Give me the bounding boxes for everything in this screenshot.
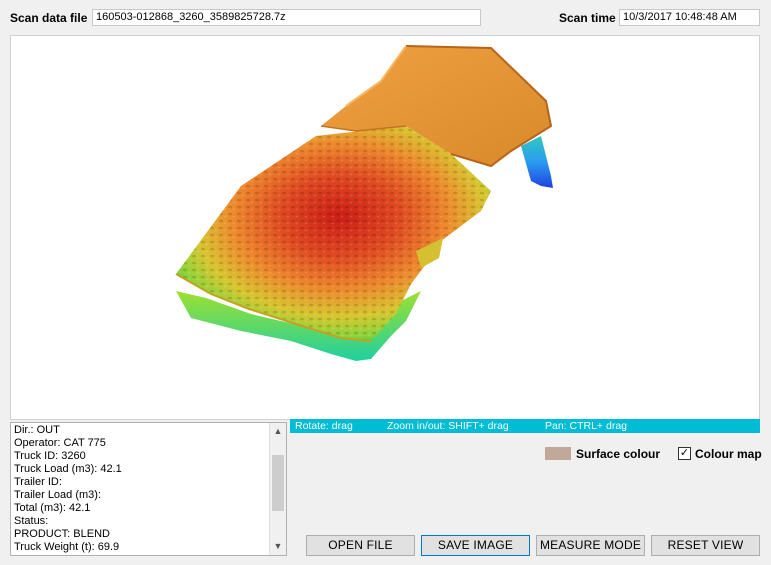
info-truck-weight: Truck Weight (t): 69.9 (14, 541, 120, 553)
rotate-hint: Rotate: drag (295, 420, 353, 432)
info-operator: Operator: CAT 775 (14, 437, 106, 449)
measure-mode-button[interactable]: MEASURE MODE (536, 535, 645, 556)
reset-view-button[interactable]: RESET VIEW (651, 535, 760, 556)
3d-scan-viewport[interactable] (10, 35, 760, 420)
scan-time-label: Scan time (559, 11, 616, 25)
colour-map-checkbox[interactable]: ✓ (678, 447, 691, 460)
info-product: PRODUCT: BLEND (14, 528, 110, 540)
surface-colour-swatch[interactable] (545, 447, 571, 460)
info-trailer-load: Trailer Load (m3): (14, 489, 102, 501)
scan-data-file-field[interactable]: 160503-012868_3260_3589825728.7z (92, 9, 481, 26)
truck-scan-surface (175, 45, 553, 361)
info-trailer-id: Trailer ID: (14, 476, 62, 488)
scroll-down-arrow-icon[interactable]: ▼ (270, 538, 286, 555)
info-status: Status: (14, 515, 49, 527)
info-truck-id: Truck ID: 3260 (14, 450, 86, 462)
scan-data-file-label: Scan data file (10, 11, 88, 25)
scrollbar-thumb[interactable] (272, 455, 284, 511)
info-total: Total (m3): 42.1 (14, 502, 91, 514)
save-image-button[interactable]: SAVE IMAGE (421, 535, 530, 556)
open-file-button[interactable]: OPEN FILE (306, 535, 415, 556)
colour-map-label: Colour map (695, 447, 762, 461)
info-truck-load: Truck Load (m3): 42.1 (14, 463, 122, 475)
scan-time-field[interactable]: 10/3/2017 10:48:48 AM (619, 9, 760, 26)
zoom-hint: Zoom in/out: SHIFT+ drag (387, 420, 509, 432)
info-direction: Dir.: OUT (14, 424, 60, 436)
info-scrollbar[interactable]: ▲ ▼ (269, 423, 286, 555)
scroll-up-arrow-icon[interactable]: ▲ (270, 423, 286, 440)
truck-info-list[interactable]: Dir.: OUT Operator: CAT 775 Truck ID: 32… (10, 422, 287, 556)
surface-colour-label: Surface colour (576, 447, 661, 461)
checkmark-icon: ✓ (679, 447, 690, 459)
pan-hint: Pan: CTRL+ drag (545, 420, 628, 432)
navigation-hint-bar: Rotate: drag Zoom in/out: SHIFT+ drag Pa… (290, 419, 760, 433)
